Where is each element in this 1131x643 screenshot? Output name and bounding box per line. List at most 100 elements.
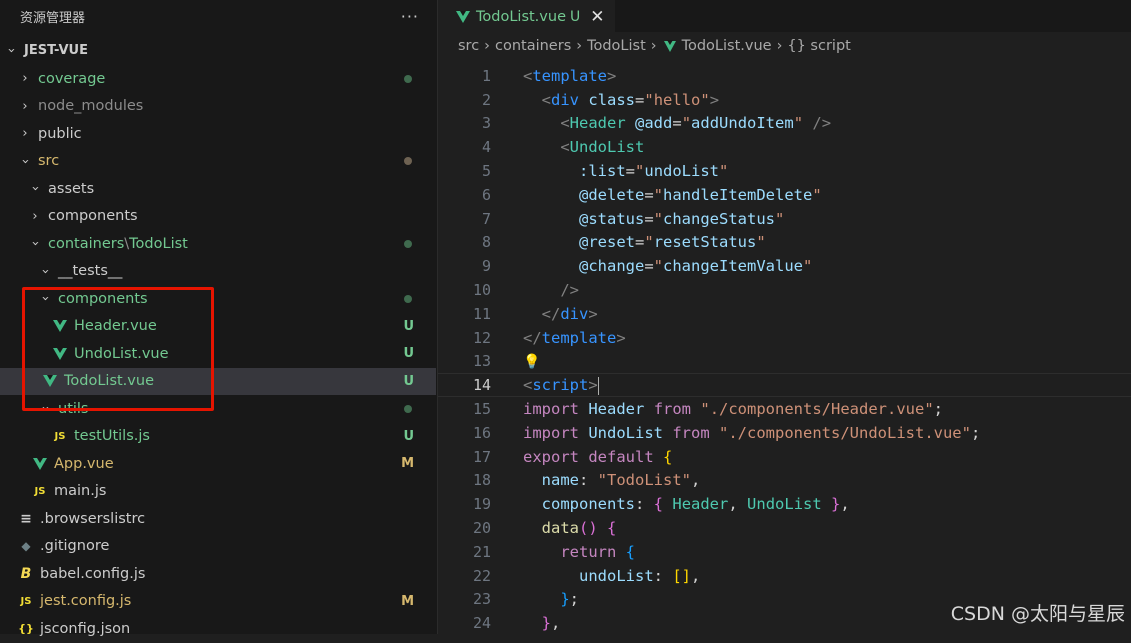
- line-number: 9: [481, 257, 491, 276]
- line-number: 17: [472, 447, 491, 466]
- vue-file-icon: [52, 318, 68, 334]
- tree-item-label: TodoList.vue: [64, 373, 154, 390]
- tree-item-node-modules[interactable]: › node_modules: [0, 93, 436, 121]
- git-status-badge: U: [403, 428, 414, 444]
- line-number: 2: [481, 90, 491, 109]
- git-file-icon: ◆: [21, 539, 31, 554]
- tree-item-todolist-vue[interactable]: TodoList.vue U: [0, 367, 436, 395]
- tree-item-main-js[interactable]: JS main.js: [0, 478, 436, 506]
- tree-item-label: containers: [48, 235, 125, 252]
- code-text: data() {: [541, 519, 617, 538]
- breadcrumb-file[interactable]: TodoList.vue: [682, 38, 772, 54]
- tree-item-jsconfig-json[interactable]: {} jsconfig.json: [0, 615, 436, 643]
- code-text: @delete="handleItemDelete": [579, 185, 822, 204]
- explorer-title: 资源管理器: [20, 10, 86, 26]
- code-line: 9 @change="changeItemValue": [438, 254, 1131, 278]
- tree-item-babel-config-js[interactable]: Bbabel.config.js: [0, 560, 436, 588]
- line-number: 20: [472, 519, 491, 538]
- line-number: 1: [481, 66, 491, 85]
- code-text: import UndoList from "./components/UndoL…: [523, 423, 981, 442]
- line-number: 7: [481, 209, 491, 228]
- breadcrumb-containers[interactable]: containers: [495, 38, 571, 54]
- tree-item--gitignore[interactable]: ◆ .gitignore: [0, 533, 436, 561]
- git-status-badge: M: [401, 456, 414, 472]
- code-text: name: "TodoList",: [541, 471, 701, 490]
- breadcrumb-src[interactable]: src: [458, 38, 479, 54]
- close-icon[interactable]: ✕: [590, 7, 604, 27]
- tab-bar: TodoList.vue U ✕: [438, 0, 1131, 32]
- tab-status: U: [570, 8, 581, 25]
- line-number: 19: [472, 495, 491, 514]
- js-file-icon: JS: [34, 485, 46, 497]
- explorer-header: 资源管理器 ···: [0, 0, 437, 32]
- line-number: 11: [472, 304, 491, 323]
- lightbulb-icon[interactable]: 💡: [523, 354, 540, 370]
- git-status-dot: [404, 294, 412, 303]
- text-cursor: [597, 376, 599, 395]
- vue-file-icon: [32, 456, 48, 472]
- chevron-down-icon: ›: [3, 47, 19, 54]
- tree-item-label: .gitignore: [40, 538, 110, 555]
- editor-area: TodoList.vue U ✕ src › containers › Todo…: [438, 0, 1131, 634]
- tree-item-assets[interactable]: › assets: [0, 175, 436, 203]
- explorer-sidebar: 资源管理器 ··· › JEST-VUE › coverage › node_modu…: [0, 0, 438, 637]
- tree-item-components[interactable]: › components: [0, 203, 436, 231]
- line-number: 21: [472, 542, 491, 561]
- code-text: <script>: [523, 376, 599, 395]
- tab-label: TodoList.vue: [476, 8, 566, 25]
- tree-item-components[interactable]: › components: [0, 285, 436, 313]
- code-line: 17 export default {: [438, 445, 1131, 469]
- tree-item-label: testUtils.js: [74, 428, 150, 445]
- tree-item-app-vue[interactable]: App.vue M: [0, 450, 436, 478]
- chevron-right-icon: ›: [22, 126, 28, 142]
- tree-item-undolist-vue[interactable]: UndoList.vue U: [0, 340, 436, 368]
- tree-item-header-vue[interactable]: Header.vue U: [0, 313, 436, 341]
- git-status-dot: [404, 404, 412, 413]
- line-number: 14: [472, 376, 491, 395]
- tree-item-containers[interactable]: › containers \ TodoList: [0, 230, 436, 258]
- tree-item-coverage[interactable]: › coverage: [0, 65, 436, 93]
- more-actions-icon[interactable]: ···: [401, 7, 419, 26]
- line-number: 23: [472, 590, 491, 609]
- code-text: <Header @add="addUndoItem" />: [560, 114, 832, 133]
- tree-item-jest-config-js[interactable]: JS jest.config.js M: [0, 588, 436, 616]
- code-text: <UndoList: [560, 138, 645, 157]
- breadcrumb-symbol[interactable]: {} script: [787, 38, 850, 54]
- chevron-right-icon: ›: [650, 38, 657, 54]
- tree-item--tests-[interactable]: › __tests__: [0, 258, 436, 286]
- tree-item-testutils-js[interactable]: JS testUtils.js U: [0, 423, 436, 451]
- chevron-right-icon: ›: [576, 38, 583, 54]
- git-status-dot: [404, 74, 412, 83]
- code-line: 19 components: { Header, UndoList },: [438, 492, 1131, 516]
- git-status-badge: U: [403, 346, 414, 362]
- chevron-down-icon: ›: [27, 186, 43, 192]
- chevron-down-icon: ›: [17, 158, 33, 164]
- tree-item-src[interactable]: › src: [0, 148, 436, 176]
- code-text: </template>: [523, 328, 626, 347]
- babel-file-icon: B: [20, 565, 32, 582]
- git-status-badge: U: [403, 318, 414, 334]
- code-line: 11 </div>: [438, 302, 1131, 326]
- tab-todolist[interactable]: TodoList.vue U ✕: [438, 0, 615, 32]
- tree-item-label: App.vue: [54, 455, 114, 472]
- code-line: 5 :list="undoList": [438, 159, 1131, 183]
- tree-item--browserslistrc[interactable]: ≡ .browserslistrc: [0, 505, 436, 533]
- chevron-down-icon: ›: [27, 241, 43, 247]
- code-text: <div class="hello">: [541, 90, 720, 109]
- tree-item-label: __tests__: [58, 263, 123, 280]
- tree-item-label: src: [38, 153, 60, 170]
- workspace-root[interactable]: › JEST-VUE: [0, 37, 436, 64]
- tree-item-label: main.js: [54, 483, 107, 500]
- tree-item-label: public: [38, 125, 82, 142]
- code-line: 2 <div class="hello">: [438, 88, 1131, 112]
- tree-item-utils[interactable]: › utils: [0, 395, 436, 423]
- tree-item-label: node_modules: [38, 98, 144, 115]
- chevron-right-icon: ›: [22, 98, 28, 114]
- tree-item-label: UndoList.vue: [74, 345, 169, 362]
- vue-file-icon: [663, 39, 676, 52]
- tree-item-public[interactable]: › public: [0, 120, 436, 148]
- chevron-down-icon: ›: [37, 406, 53, 412]
- line-number: 8: [481, 233, 491, 252]
- line-number: 15: [472, 400, 491, 419]
- breadcrumb-todolist[interactable]: TodoList: [587, 38, 646, 54]
